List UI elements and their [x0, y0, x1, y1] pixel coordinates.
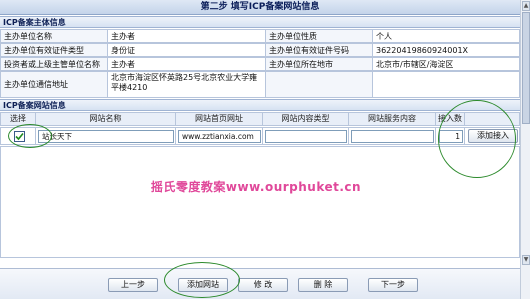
value-address-empty — [372, 71, 520, 98]
value-id-number: 362204198609240​01X — [372, 43, 520, 57]
service-content-input[interactable] — [351, 130, 434, 143]
site-name-input[interactable]: 站长天下 — [38, 130, 174, 143]
label-id-number: 主办单位有效证件号码 — [265, 43, 373, 57]
label-id-type: 主办单位有效证件类型 — [0, 43, 108, 57]
prev-step-button[interactable]: 上一步 — [108, 278, 158, 292]
annotation-circle-add-website — [164, 262, 240, 298]
value-address: 北京市海淀区怀英路25号北京农业大学雍平楼4210 — [107, 71, 266, 98]
label-sponsor-name: 主办单位名称 — [0, 29, 108, 43]
vertical-scrollbar[interactable]: ▲ ▼ — [520, 0, 530, 299]
scrollbar-thumb[interactable] — [522, 12, 530, 124]
label-address: 主办单位通信地址 — [0, 71, 108, 98]
label-city: 主办单位所在地市 — [265, 57, 373, 71]
annotation-circle-add-access — [438, 100, 516, 178]
column-header-service-content: 网站服务内容 — [348, 112, 436, 126]
content-type-input[interactable] — [265, 130, 347, 143]
value-investor: 主办者 — [107, 57, 266, 71]
table-cell-content-type — [262, 127, 349, 145]
watermark-text: 摇氏零度教案www.ourphuket.cn — [150, 180, 362, 194]
label-sponsor-nature: 主办单位性质 — [265, 29, 373, 43]
value-sponsor-nature: 个人 — [372, 29, 520, 43]
scroll-down-icon[interactable]: ▼ — [522, 255, 530, 265]
bottom-toolbar: 上一步 添加网站 修 改 删 除 下一步 — [0, 268, 520, 299]
value-city: 北京市/市辖区/海淀区 — [372, 57, 520, 71]
table-cell-service-content — [348, 127, 436, 145]
label-address-empty — [265, 71, 373, 98]
column-header-site-name: 网站名称 — [35, 112, 176, 126]
value-sponsor-name: 主办者 — [107, 29, 266, 43]
page-title: 第二步 填写ICP备案网站信息 — [0, 0, 520, 15]
website-list-area — [0, 146, 520, 258]
label-investor: 投资者或上级主管单位名称 — [0, 57, 108, 71]
column-header-home-url: 网站首页网址 — [175, 112, 263, 126]
table-cell-url: www.zztianxia.com — [175, 127, 263, 145]
delete-button[interactable]: 删 除 — [298, 278, 348, 292]
column-header-content-type: 网站内容类型 — [262, 112, 349, 126]
next-step-button[interactable]: 下一步 — [368, 278, 418, 292]
value-id-type: 身份证 — [107, 43, 266, 57]
website-section-heading: ICP备案网站信息 — [0, 99, 520, 111]
sponsor-section-heading: ICP备案主体信息 — [0, 16, 520, 28]
edit-button[interactable]: 修 改 — [238, 278, 288, 292]
site-url-input[interactable]: www.zztianxia.com — [178, 130, 261, 143]
annotation-circle-checkbox — [8, 124, 52, 148]
table-cell-site-name: 站长天下 — [35, 127, 176, 145]
scroll-up-icon[interactable]: ▲ — [522, 1, 530, 11]
